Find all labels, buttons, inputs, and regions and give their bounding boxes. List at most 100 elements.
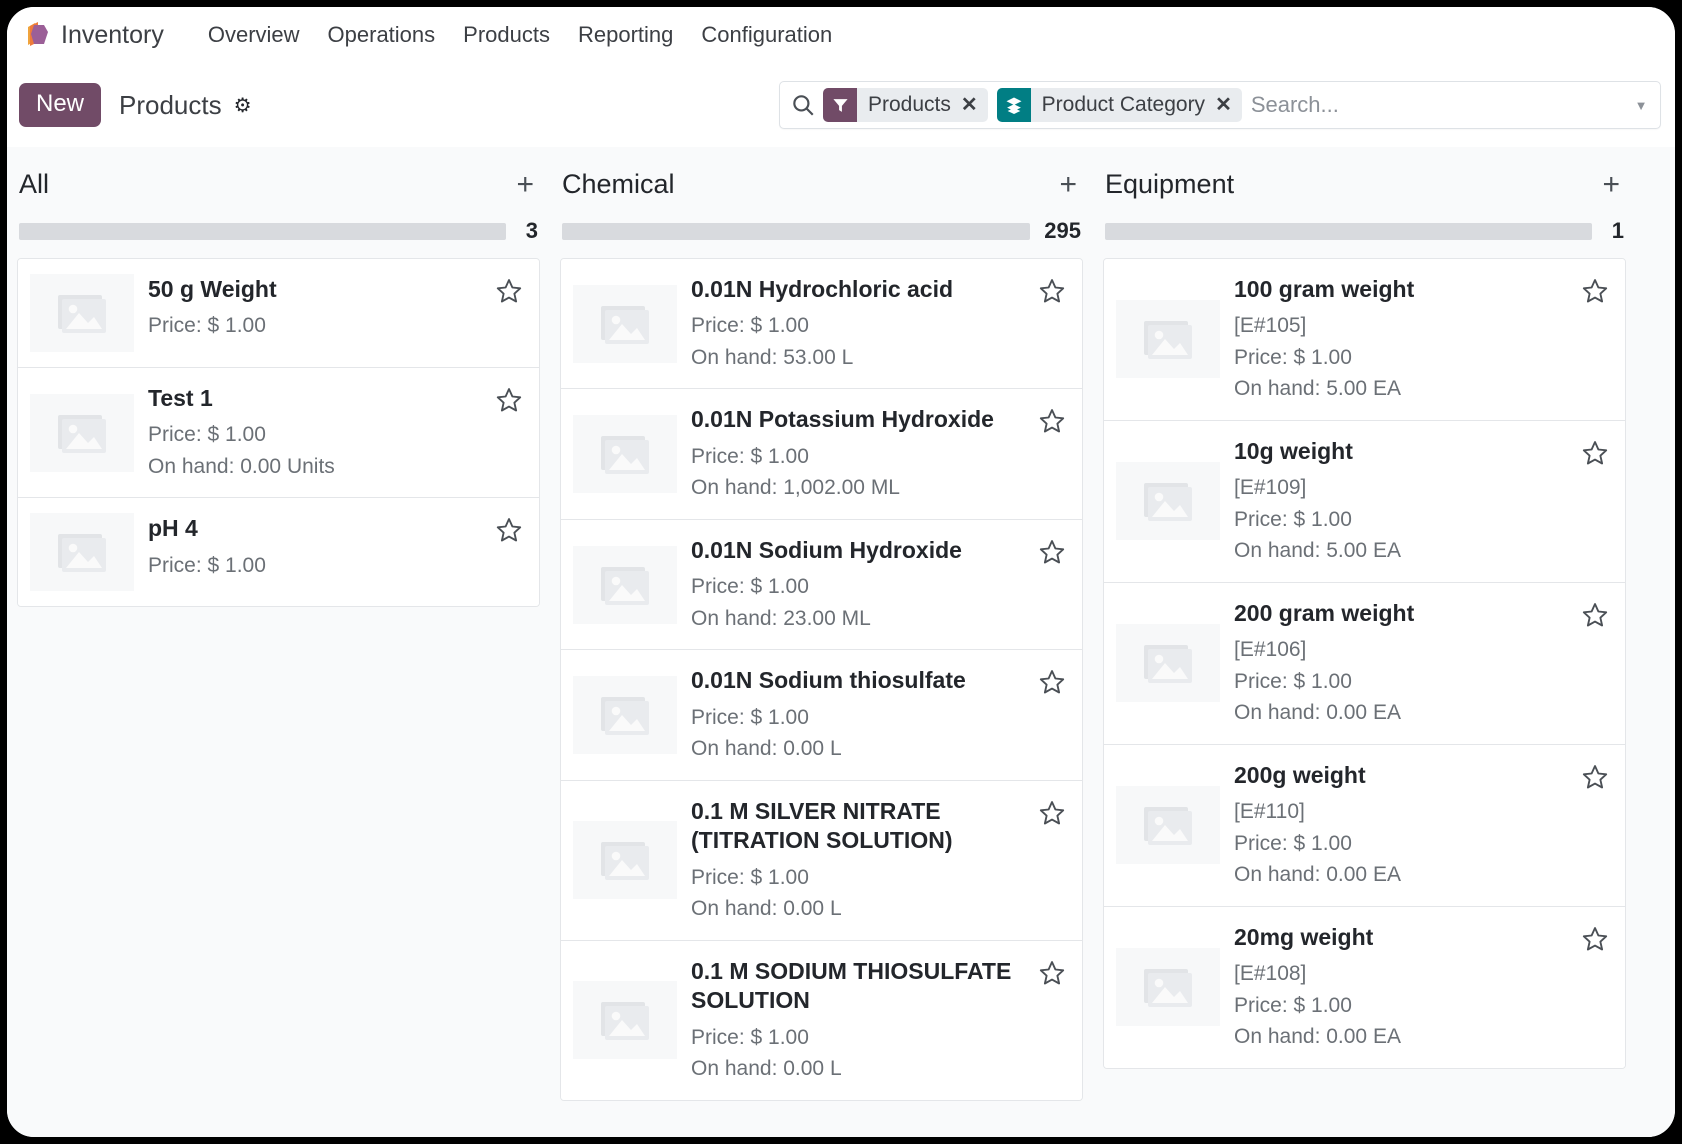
product-price: Price: $ 1.00 — [148, 553, 266, 577]
search-input[interactable] — [1250, 92, 1628, 118]
nav-item-overview[interactable]: Overview — [194, 18, 314, 52]
star-icon[interactable] — [1038, 665, 1068, 696]
app-window: Inventory Overview Operations Products R… — [0, 0, 1682, 1144]
kanban-progress-bar[interactable] — [1105, 222, 1592, 240]
product-name: 0.01N Sodium thiosulfate — [691, 667, 966, 694]
kanban-card[interactable]: 20mg weight [E#108] Price: $ 1.00 On hand: … — [1104, 906, 1625, 1068]
product-name: 200g weight — [1234, 761, 1366, 788]
kanban-card[interactable]: pH 4 Price: $ 1.00 — [18, 498, 539, 607]
kanban-card[interactable]: Test 1 Price: $ 1.00 On hand: 0.00 Units — [18, 368, 539, 499]
kanban-card[interactable]: 0.1 M SODIUM THIOSULFATE SOLUTION Price: … — [561, 940, 1082, 1100]
search-facet-label: Product Category — [1041, 93, 1206, 116]
product-image-placeholder-icon — [30, 393, 134, 472]
product-image-placeholder-icon — [30, 513, 134, 592]
product-image-placeholder-icon — [1116, 786, 1220, 865]
kanban-column: Equipment +1 100 gram weight [E#105] Price: … — [1093, 147, 1636, 1137]
close-icon[interactable]: ✕ — [959, 95, 988, 115]
kanban-progress-bar[interactable] — [19, 222, 506, 240]
kanban-card-body: 200 gram weight [E#106] Price: $ 1.00 On ha… — [1234, 598, 1573, 729]
search-facet-product-category[interactable]: Product Category ✕ — [996, 88, 1242, 122]
top-navbar: Inventory Overview Operations Products R… — [7, 7, 1675, 63]
kanban-card[interactable]: 200 gram weight [E#106] Price: $ 1.00 On ha… — [1104, 582, 1625, 745]
star-icon[interactable] — [1038, 274, 1068, 305]
kanban-card[interactable]: 10g weight [E#109] Price: $ 1.00 On hand: 5… — [1104, 420, 1625, 583]
nav-item-products[interactable]: Products — [449, 18, 564, 52]
product-image-placeholder-icon — [573, 676, 677, 755]
kanban-card[interactable]: 0.01N Hydrochloric acid Price: $ 1.00 On h… — [561, 259, 1082, 390]
product-image-placeholder-icon — [1116, 948, 1220, 1027]
product-name: 100 gram weight — [1234, 276, 1415, 302]
star-icon[interactable] — [1581, 760, 1611, 791]
product-price: Price: $ 1.00 — [691, 575, 809, 599]
close-icon[interactable]: ✕ — [1213, 95, 1242, 115]
product-reference: [E#105] — [1234, 314, 1307, 338]
product-image-placeholder-icon — [573, 415, 677, 494]
kanban-card[interactable]: 0.01N Sodium thiosulfate Price: $ 1.00 On … — [561, 650, 1082, 781]
search-facet-label: Products — [868, 93, 951, 116]
new-button[interactable]: New — [19, 83, 102, 127]
star-icon[interactable] — [1581, 274, 1611, 305]
kanban-card-body: Test 1 Price: $ 1.00 On hand: 0.00 Units — [148, 383, 487, 482]
kanban-column-title-row: All + — [19, 169, 538, 200]
plus-icon[interactable]: + — [1055, 169, 1081, 200]
product-on-hand: On hand: 0.00 EA — [1234, 701, 1401, 725]
plus-icon[interactable]: + — [512, 169, 538, 200]
product-price: Price: $ 1.00 — [1234, 831, 1352, 855]
product-on-hand: On hand: 0.00 EA — [1234, 1025, 1401, 1049]
kanban-progress-bar[interactable] — [562, 222, 1031, 240]
kanban-column-progress-row: 295 — [562, 218, 1081, 244]
star-icon[interactable] — [1581, 436, 1611, 467]
product-name: 0.1 M SILVER NITRATE (TITRATION SOLUTION… — [691, 797, 953, 854]
chevron-down-icon[interactable]: ▼ — [1628, 99, 1654, 112]
kanban-card[interactable]: 50 g Weight Price: $ 1.00 — [18, 259, 539, 368]
kanban-card-body: 20mg weight [E#108] Price: $ 1.00 On hand: … — [1234, 922, 1573, 1053]
kanban-card-body: 0.1 M SILVER NITRATE (TITRATION SOLUTION… — [691, 796, 1030, 925]
product-name: 0.01N Potassium Hydroxide — [691, 406, 994, 433]
star-icon[interactable] — [495, 383, 525, 414]
product-on-hand: On hand: 5.00 EA — [1234, 539, 1401, 563]
kanban-column: Chemical +295 0.01N Hydrochloric acid Price… — [550, 147, 1093, 1137]
star-icon[interactable] — [1038, 535, 1068, 566]
star-icon[interactable] — [1038, 404, 1068, 435]
product-on-hand: On hand: 0.00 Units — [148, 454, 335, 478]
product-price: Price: $ 1.00 — [1234, 507, 1352, 531]
kanban-column-progress-row: 3 — [19, 218, 538, 244]
star-icon[interactable] — [1581, 598, 1611, 629]
star-icon[interactable] — [1038, 796, 1068, 827]
kanban-column-progress-row: 1 — [1105, 218, 1624, 244]
kanban-card[interactable]: 100 gram weight [E#105] Price: $ 1.00 On ha… — [1104, 259, 1625, 421]
kanban-card-list: 0.01N Hydrochloric acid Price: $ 1.00 On h… — [560, 258, 1083, 1101]
kanban-card[interactable]: 0.1 M SILVER NITRATE (TITRATION SOLUTION… — [561, 780, 1082, 941]
kanban-column-title: All — [19, 169, 50, 199]
product-on-hand: On hand: 23.00 ML — [691, 606, 871, 630]
kanban-column-count: 3 — [525, 218, 538, 243]
gear-icon[interactable]: ⚙ — [234, 96, 252, 116]
kanban-column-header: All +3 — [17, 147, 540, 244]
product-name: 0.01N Sodium Hydroxide — [691, 536, 962, 563]
kanban-column-header: Equipment +1 — [1103, 147, 1626, 244]
product-image-placeholder-icon — [573, 284, 677, 363]
nav-item-reporting[interactable]: Reporting — [564, 18, 687, 52]
search-facet-products[interactable]: Products ✕ — [823, 88, 988, 122]
breadcrumb[interactable]: Products — [119, 90, 222, 121]
nav-item-configuration[interactable]: Configuration — [687, 18, 846, 52]
product-price: Price: $ 1.00 — [1234, 345, 1352, 369]
nav-item-operations[interactable]: Operations — [314, 18, 450, 52]
product-price: Price: $ 1.00 — [148, 314, 266, 338]
plus-icon[interactable]: + — [1598, 169, 1624, 200]
star-icon[interactable] — [495, 513, 525, 544]
product-on-hand: On hand: 0.00 EA — [1234, 863, 1401, 887]
kanban-card[interactable]: 0.01N Sodium Hydroxide Price: $ 1.00 On ha… — [561, 519, 1082, 651]
search-view: Products ✕ Product Category ✕ ▼ — [779, 81, 1661, 129]
kanban-card[interactable]: 0.01N Potassium Hydroxide Price: $ 1.00 On… — [561, 389, 1082, 520]
product-image-placeholder-icon — [1116, 462, 1220, 541]
product-image-placeholder-icon — [1116, 300, 1220, 379]
star-icon[interactable] — [1581, 922, 1611, 953]
product-reference: [E#109] — [1234, 476, 1307, 500]
product-image-placeholder-icon — [573, 821, 677, 900]
product-name: 0.1 M SODIUM THIOSULFATE SOLUTION — [691, 957, 1012, 1014]
star-icon[interactable] — [495, 274, 525, 305]
layers-icon — [996, 88, 1031, 122]
star-icon[interactable] — [1038, 956, 1068, 987]
kanban-card[interactable]: 200g weight [E#110] Price: $ 1.00 On hand: … — [1104, 744, 1625, 907]
